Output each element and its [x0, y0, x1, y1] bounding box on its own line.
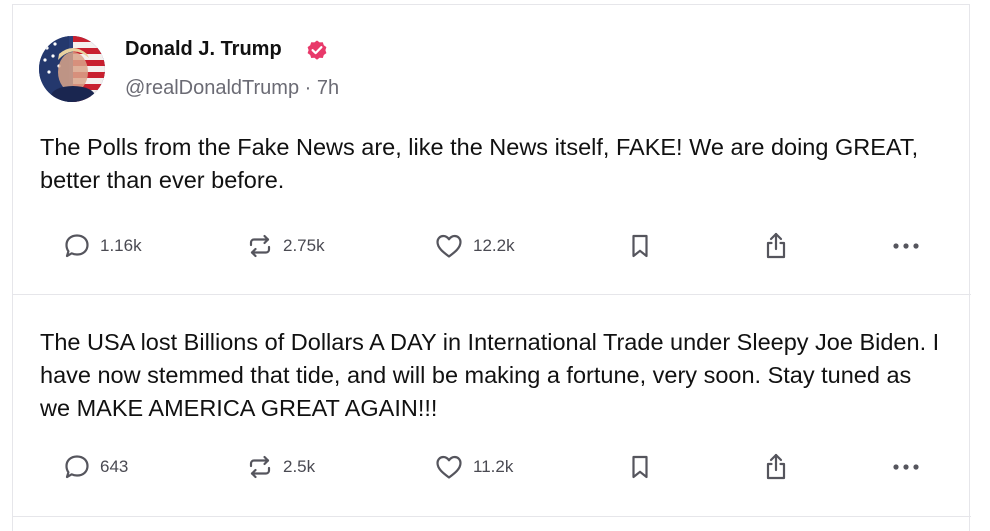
- repost-arrows-icon: [245, 452, 275, 482]
- share-upload-icon: [761, 230, 791, 262]
- speech-bubble-icon: [62, 452, 92, 482]
- reply-button[interactable]: 643: [62, 447, 128, 487]
- post-feed: Donald J. Trump @realDonaldTrump · 7h Th…: [12, 4, 971, 531]
- more-dots-icon: [891, 241, 921, 251]
- post-text: The Polls from the Fake News are, like t…: [40, 134, 919, 193]
- bookmark-button[interactable]: [627, 447, 653, 487]
- author-name[interactable]: Donald J. Trump: [125, 38, 282, 61]
- post-meta: @realDonaldTrump · 7h: [125, 77, 339, 100]
- repost-arrows-icon: [245, 231, 275, 261]
- post-text: The USA lost Billions of Dollars A DAY i…: [40, 329, 940, 421]
- avatar[interactable]: [39, 36, 105, 102]
- share-upload-icon: [761, 451, 791, 483]
- more-dots-icon: [891, 462, 921, 472]
- share-button[interactable]: [761, 447, 791, 487]
- bookmark-button[interactable]: [627, 226, 653, 266]
- post-time[interactable]: 7h: [317, 77, 339, 99]
- repost-button[interactable]: 2.5k: [245, 447, 315, 487]
- reply-count: 1.16k: [100, 236, 142, 255]
- repost-count: 2.5k: [283, 457, 316, 476]
- heart-icon: [433, 452, 465, 482]
- heart-icon: [433, 231, 465, 261]
- like-count: 11.2k: [473, 457, 514, 476]
- bookmark-icon: [627, 231, 653, 261]
- like-button[interactable]: 12.2k: [433, 226, 515, 266]
- post-card[interactable]: The USA lost Billions of Dollars A DAY i…: [13, 295, 971, 517]
- post-actions: 1.16k 2.75k 12.2k: [13, 226, 971, 266]
- like-button[interactable]: 11.2k: [433, 447, 513, 487]
- share-button[interactable]: [761, 226, 791, 266]
- like-count: 12.2k: [473, 236, 515, 255]
- repost-count: 2.75k: [283, 236, 325, 255]
- repost-button[interactable]: 2.75k: [245, 226, 325, 266]
- bookmark-icon: [627, 452, 653, 482]
- reply-count: 643: [100, 457, 129, 476]
- post-card[interactable]: Donald J. Trump @realDonaldTrump · 7h Th…: [13, 5, 971, 295]
- reply-button[interactable]: 1.16k: [62, 226, 142, 266]
- more-options-button[interactable]: [891, 447, 921, 487]
- post-actions: 643 2.5k 11.2k: [13, 447, 971, 487]
- verified-badge-icon: [305, 38, 329, 62]
- more-options-button[interactable]: [891, 226, 921, 266]
- author-handle[interactable]: @realDonaldTrump: [125, 77, 299, 99]
- meta-separator: ·: [304, 77, 312, 99]
- speech-bubble-icon: [62, 231, 92, 261]
